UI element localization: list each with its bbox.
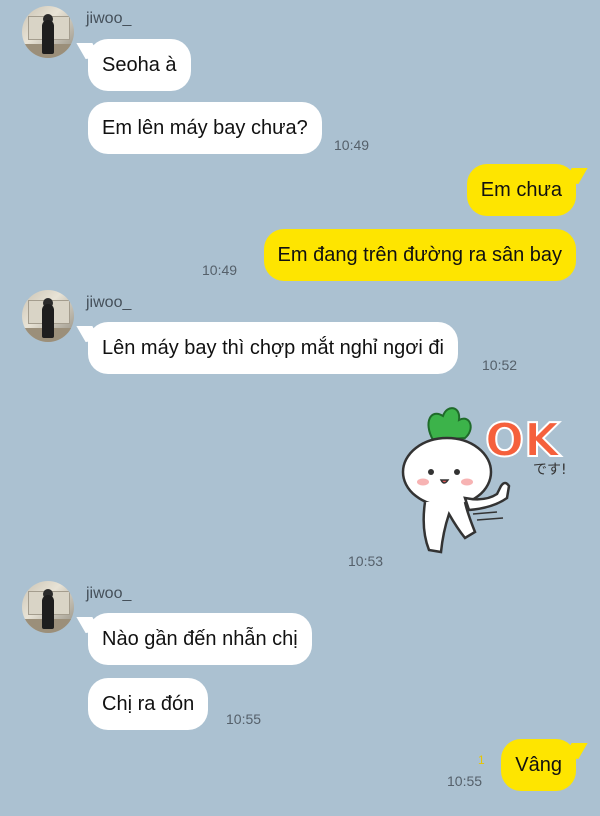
ok-radish-sticker[interactable]: OK です! [393,402,583,562]
sender-name: jiwoo_ [86,10,132,27]
message-incoming[interactable]: Nào gần đến nhẫn chị [88,613,312,665]
profile-avatar[interactable] [22,290,74,342]
message-incoming[interactable]: Chị ra đón [88,678,209,730]
message-time: 10:49 [202,262,238,278]
message-incoming[interactable]: Lên máy bay thì chợp mắt nghỉ ngơi đi [88,322,458,374]
message-outgoing[interactable]: Em đang trên đường ra sân bay [263,229,576,281]
message-time: 10:52 [482,357,518,373]
avatar-photo-person [42,595,54,629]
message-outgoing[interactable]: Em chưa [466,164,576,216]
sender-name: jiwoo_ [86,294,132,311]
sticker-ok-text: OK [485,413,562,467]
message-outgoing[interactable]: Vâng [501,739,576,791]
sticker-subtext: です! [533,462,567,478]
unread-count-badge: 1 [478,753,485,767]
profile-avatar[interactable] [22,581,74,633]
message-incoming[interactable]: Em lên máy bay chưa? [88,102,322,154]
message-incoming[interactable]: Seoha à [88,39,191,91]
sender-name: jiwoo_ [86,585,132,602]
profile-avatar[interactable] [22,6,74,58]
avatar-photo-person [42,304,54,338]
message-time: 10:49 [334,137,370,153]
message-time: 10:53 [348,553,384,569]
message-time: 10:55 [447,773,483,789]
avatar-photo-person [42,20,54,54]
message-time: 10:55 [226,711,262,727]
radish-leaf-icon [427,407,472,442]
